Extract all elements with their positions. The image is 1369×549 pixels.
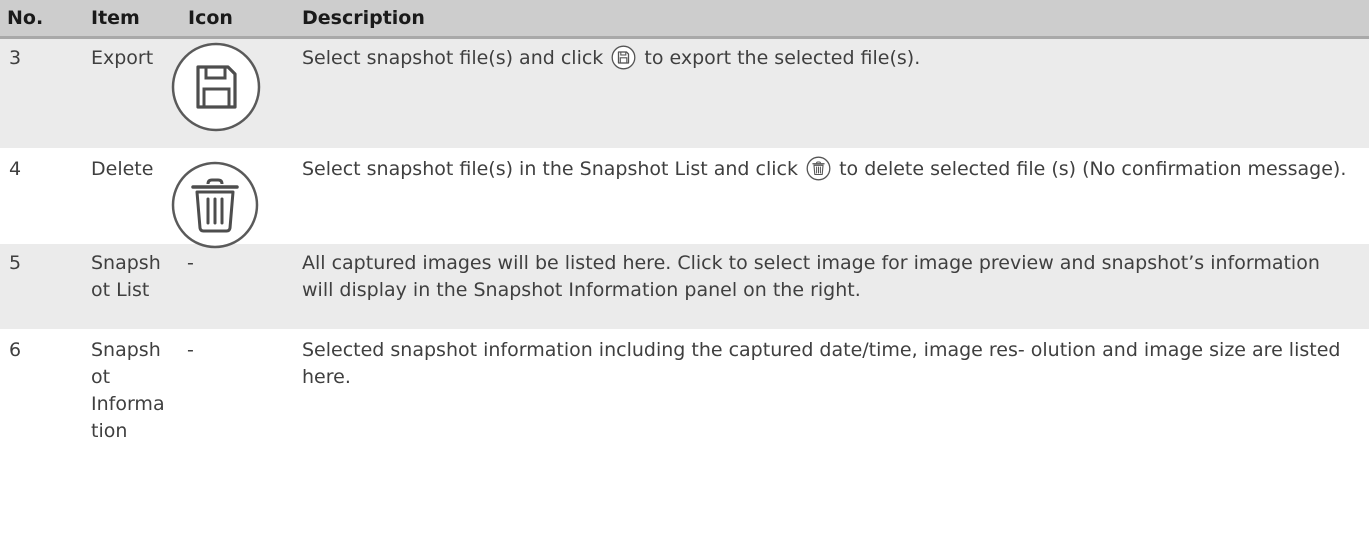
description-text-after: to delete selected file (s) (No confirma…: [839, 158, 1347, 180]
row-item: Export: [91, 46, 154, 69]
save-icon: [170, 41, 262, 133]
description-text-before: Select snapshot file(s) in the Snapshot …: [302, 158, 798, 180]
row-description: Select snapshot file(s) in the Snapshot …: [293, 149, 1369, 243]
table-header: No. Item Icon Description: [0, 0, 1369, 37]
row-icon-cell: [171, 37, 293, 149]
header-no: No.: [7, 6, 44, 29]
header-row: No. Item Icon Description: [0, 0, 1369, 37]
row-description: All captured images will be listed here.…: [302, 252, 1320, 301]
row-description: Select snapshot file(s) and click to exp…: [293, 37, 1369, 149]
row-icon-placeholder: -: [187, 252, 194, 274]
header-description: Description: [302, 6, 425, 29]
row-icon-cell: [171, 149, 293, 249]
description-text-before: Select snapshot file(s) and click: [302, 46, 604, 69]
save-icon: [611, 45, 636, 70]
trash-icon: [169, 159, 261, 251]
trash-icon: [806, 156, 831, 181]
row-number: 3: [9, 46, 22, 69]
row-description: Selected snapshot information including …: [302, 339, 1341, 388]
row-number: 4: [9, 158, 22, 180]
row-item: Delete: [91, 158, 154, 180]
row-item: Snapshot List: [91, 252, 161, 301]
header-icon: Icon: [188, 6, 233, 29]
reference-table: No. Item Icon Description 3 Export Selec…: [0, 0, 1369, 447]
header-item: Item: [91, 6, 140, 29]
row-number: 5: [9, 252, 22, 274]
table-row-delete: 4 Delete Select snapshot file(s) in the …: [0, 149, 1369, 249]
table-row-snapshot-information: 6 Snapshot Information - Selected snapsh…: [0, 330, 1369, 446]
table-row-snapshot-list: 5 Snapshot List - All captured images wi…: [0, 243, 1369, 330]
table-row-export: 3 Export Select snapshot file(s) and cli…: [0, 37, 1369, 149]
row-icon-placeholder: -: [187, 339, 194, 361]
row-item: Snapshot Information: [91, 339, 165, 442]
row-number: 6: [9, 339, 22, 361]
description-text-after: to export the selected file(s).: [644, 46, 921, 69]
